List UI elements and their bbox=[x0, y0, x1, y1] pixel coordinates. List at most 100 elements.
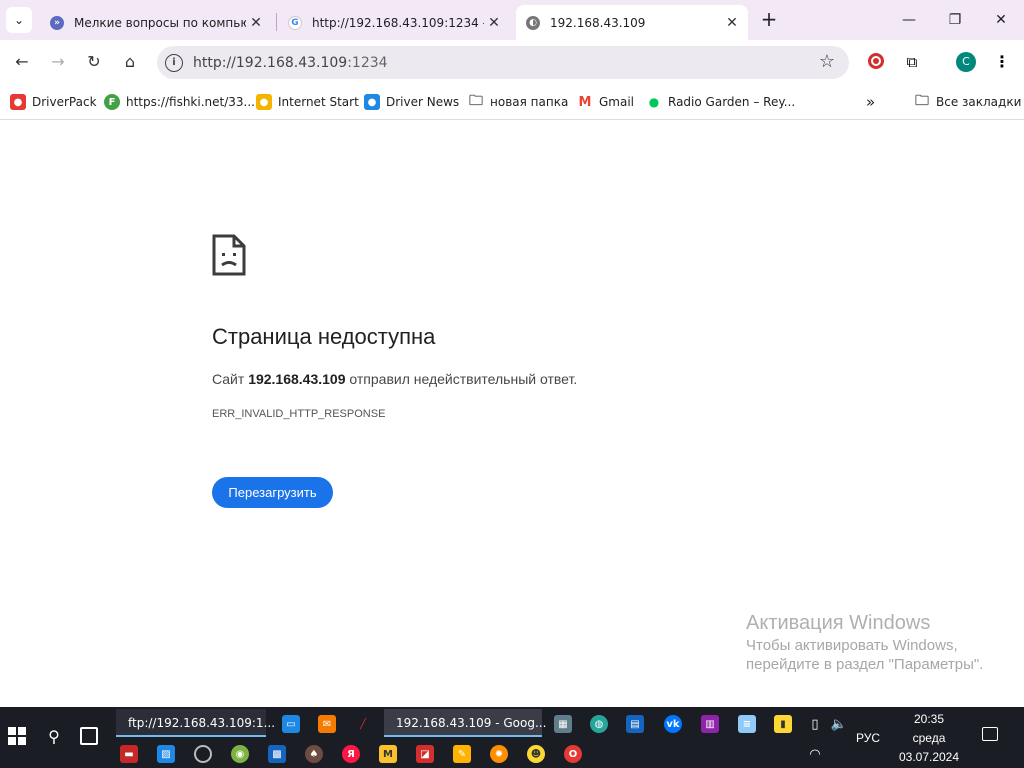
extension-red-icon[interactable] bbox=[866, 52, 886, 72]
battery-app-icon[interactable]: ▮ bbox=[774, 715, 792, 733]
address-bar[interactable]: i http://192.168.43.109:1234 ☆ bbox=[157, 46, 849, 79]
menu-kebab-icon[interactable]: ⋮ bbox=[992, 52, 1012, 72]
winrar-icon[interactable]: ▥ bbox=[701, 715, 719, 733]
photo-app-icon[interactable]: ▨ bbox=[157, 745, 175, 763]
close-tab-icon[interactable]: ✕ bbox=[246, 15, 266, 31]
window-close-button[interactable]: ✕ bbox=[988, 8, 1014, 32]
url-port: :1234 bbox=[347, 54, 388, 71]
circle-app-icon[interactable] bbox=[194, 745, 212, 763]
search-icon[interactable]: ⚲ bbox=[45, 727, 63, 746]
clock-time[interactable]: 20:35 bbox=[892, 712, 966, 726]
tab-title: http://192.168.43.109:1234 - По bbox=[312, 15, 484, 30]
reload-icon: ↻ bbox=[87, 52, 101, 71]
restore-button[interactable]: ❐ bbox=[942, 8, 968, 32]
arrow-left-icon: ← bbox=[15, 52, 29, 71]
profile-avatar[interactable]: C bbox=[956, 52, 976, 72]
forward-button[interactable]: → bbox=[46, 50, 70, 74]
bookmark-driverpack[interactable]: ● DriverPack bbox=[10, 93, 97, 111]
info-icon[interactable]: i bbox=[165, 53, 183, 72]
reload-button[interactable]: Перезагрузить bbox=[212, 477, 333, 508]
tab-search-button[interactable]: ⌄ bbox=[6, 7, 32, 33]
address-url[interactable]: http://192.168.43.109:1234 bbox=[193, 55, 388, 71]
m-app-icon[interactable]: M bbox=[379, 745, 397, 763]
folder-icon: 🗀 bbox=[469, 93, 483, 109]
reload-toolbar-button[interactable]: ↻ bbox=[82, 50, 106, 74]
activation-line-2: перейдите в раздел "Параметры". bbox=[746, 656, 984, 673]
table-app-icon[interactable]: ▤ bbox=[626, 715, 644, 733]
mail-envelope-icon[interactable]: ✉ bbox=[318, 715, 336, 733]
flag-app-icon[interactable]: ▬ bbox=[120, 745, 138, 763]
language-indicator[interactable]: РУС bbox=[850, 731, 886, 745]
calculator-icon[interactable]: ▦ bbox=[554, 715, 572, 733]
active-underline bbox=[116, 735, 266, 737]
new-tab-button[interactable]: + bbox=[758, 8, 780, 30]
folder-icon: 🗀 bbox=[915, 93, 929, 109]
chevron-down-icon: ⌄ bbox=[13, 13, 25, 27]
task-view-icon[interactable] bbox=[80, 727, 98, 745]
tab-2[interactable]: G http://192.168.43.109:1234 - По ✕ bbox=[278, 5, 510, 40]
clock-day[interactable]: среда bbox=[892, 731, 966, 745]
error-description: Сайт 192.168.43.109 отправил недействите… bbox=[212, 371, 577, 387]
bookmark-folder-new[interactable]: 🗀 новая папка bbox=[468, 93, 568, 111]
url-host: http://192.168.43.109 bbox=[193, 54, 348, 71]
tab-3-active[interactable]: ◐ 192.168.43.109 ✕ bbox=[516, 5, 748, 40]
notepad-icon[interactable]: ≡ bbox=[738, 715, 756, 733]
red-app-icon[interactable]: ◪ bbox=[416, 745, 434, 763]
monitor-icon[interactable]: ▭ bbox=[282, 715, 300, 733]
bookmark-label: Gmail bbox=[599, 95, 635, 109]
bookmark-label: Все закладки bbox=[936, 95, 1022, 109]
bookmark-star-icon[interactable]: ☆ bbox=[819, 51, 835, 72]
taskbar-ftp-task[interactable]: ftp://192.168.43.109:1... bbox=[116, 709, 275, 737]
minimize-button[interactable]: — bbox=[896, 8, 922, 32]
windows-activation-watermark: Активация Windows Чтобы активировать Win… bbox=[746, 612, 983, 673]
blue-app-icon[interactable]: ▩ bbox=[268, 745, 286, 763]
sad-page-icon bbox=[212, 234, 246, 276]
pen-tool-icon[interactable]: ╱ bbox=[354, 715, 372, 733]
paint-icon[interactable]: ✎ bbox=[453, 745, 471, 763]
home-button[interactable]: ⌂ bbox=[118, 50, 142, 74]
back-button[interactable]: ← bbox=[10, 50, 34, 74]
bookmark-label: Radio Garden – Rey... bbox=[668, 95, 796, 109]
bookmark-label: https://fishki.net/33... bbox=[126, 95, 255, 109]
home-icon: ⌂ bbox=[124, 52, 136, 71]
network-icon[interactable]: ◠ bbox=[806, 745, 824, 763]
bookmarks-bar: ● DriverPack F https://fishki.net/33... … bbox=[0, 85, 1024, 120]
mushroom-icon[interactable]: ♠ bbox=[305, 745, 323, 763]
yellow-app-icon[interactable]: ☻ bbox=[527, 745, 545, 763]
yandex-icon[interactable]: Я bbox=[342, 745, 360, 763]
green-app-icon[interactable]: ◉ bbox=[231, 745, 249, 763]
forum-favicon-icon: » bbox=[50, 15, 64, 30]
globe-app-icon[interactable]: ◍ bbox=[590, 715, 608, 733]
active-underline bbox=[384, 735, 542, 737]
close-tab-icon[interactable]: ✕ bbox=[484, 15, 504, 31]
radio-garden-icon: ● bbox=[648, 95, 660, 109]
bookmark-label: Driver News bbox=[386, 95, 460, 109]
windows-start-icon[interactable] bbox=[8, 727, 26, 745]
tab-title: 192.168.43.109 bbox=[550, 15, 646, 30]
clock-date[interactable]: 03.07.2024 bbox=[892, 750, 966, 764]
tab-divider bbox=[276, 13, 277, 31]
bookmark-driver-news[interactable]: ● Driver News bbox=[364, 93, 459, 111]
error-page: Страница недоступна Сайт 192.168.43.109 … bbox=[0, 121, 1024, 707]
bookmark-gmail[interactable]: M Gmail bbox=[577, 93, 634, 111]
bookmark-internet-start[interactable]: ● Internet Start bbox=[256, 93, 359, 111]
bookmarks-overflow-button[interactable]: » bbox=[866, 93, 875, 111]
tab-1[interactable]: » Мелкие вопросы по компьютер ✕ bbox=[40, 5, 272, 40]
extensions-puzzle-icon[interactable]: ⧉ bbox=[902, 52, 922, 72]
activation-title: Активация Windows bbox=[746, 612, 931, 634]
close-tab-icon[interactable]: ✕ bbox=[722, 15, 742, 31]
all-bookmarks-button[interactable]: 🗀 Все закладки bbox=[914, 93, 1021, 111]
error-desc-prefix: Сайт bbox=[212, 371, 249, 387]
notifications-icon[interactable] bbox=[982, 727, 998, 741]
speaker-icon[interactable]: 🔈 bbox=[830, 715, 848, 733]
bookmark-fishki[interactable]: F https://fishki.net/33... bbox=[104, 93, 255, 111]
opera-icon[interactable]: O bbox=[564, 745, 582, 763]
taskbar-chrome-task[interactable]: 192.168.43.109 - Goog... bbox=[384, 709, 546, 737]
sun-app-icon[interactable]: ✹ bbox=[490, 745, 508, 763]
globe-icon: ◐ bbox=[526, 15, 540, 30]
usb-icon[interactable]: ▯ bbox=[806, 715, 824, 733]
bookmark-radio-garden[interactable]: ● Radio Garden – Rey... bbox=[646, 93, 795, 111]
vk-icon[interactable]: vk bbox=[664, 715, 682, 733]
toolbar: ← → ↻ ⌂ i http://192.168.43.109:1234 ☆ ⧉… bbox=[0, 40, 1024, 85]
internet-start-icon: ● bbox=[256, 94, 272, 110]
